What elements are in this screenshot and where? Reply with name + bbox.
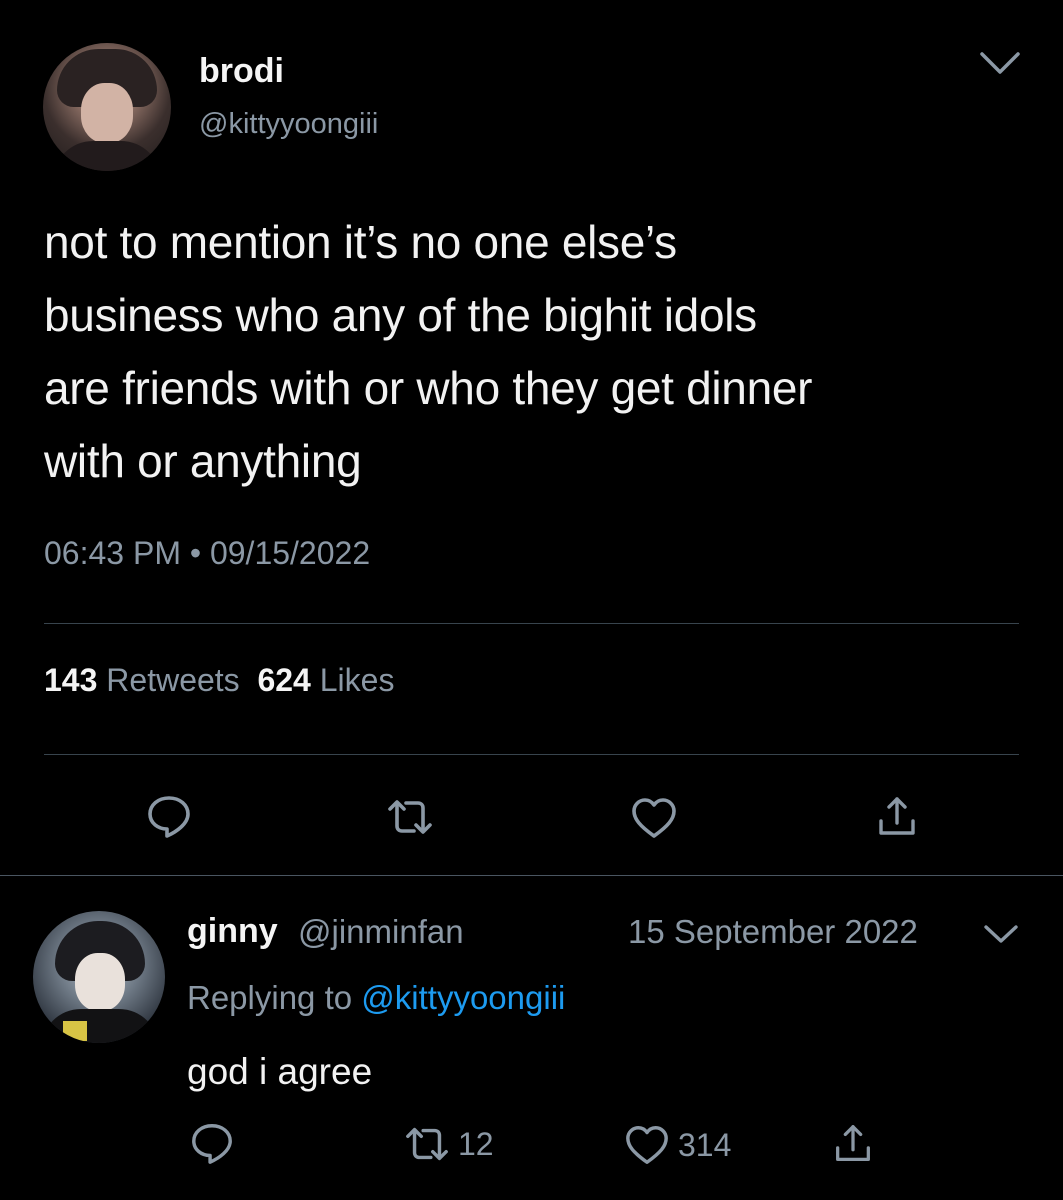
- tweet-timestamp: 06:43 PM • 09/15/2022: [44, 535, 370, 572]
- avatar-shirt: [53, 141, 161, 171]
- tweet-text: not to mention it’s no one else’s busine…: [44, 206, 1044, 498]
- share-icon[interactable]: [873, 793, 921, 841]
- reply-text: god i agree: [187, 1051, 373, 1092]
- heart-icon[interactable]: [630, 794, 678, 842]
- retweet-stat[interactable]: 143 Retweets: [44, 662, 240, 698]
- reply-bubble-icon: [192, 1124, 232, 1164]
- reply-reply-button[interactable]: [189, 1119, 235, 1167]
- replying-prefix: Replying to: [187, 979, 353, 1016]
- reply-like-count: 314: [678, 1126, 732, 1163]
- retweet-icon[interactable]: [386, 793, 434, 841]
- display-name[interactable]: brodi: [199, 52, 284, 91]
- chevron-down-icon[interactable]: [982, 921, 1020, 947]
- avatar[interactable]: [43, 43, 171, 171]
- reply-retweet-button[interactable]: 12: [404, 1120, 494, 1168]
- user-handle[interactable]: @kittyyoongiii: [199, 108, 378, 141]
- main-tweet: brodi @kittyyoongiii not to mention it’s…: [0, 0, 1063, 875]
- reply-tweet: ginny @jinminfan 15 September 2022 Reply…: [0, 875, 1063, 1200]
- replying-mention-link[interactable]: @kittyyoongiii: [361, 979, 565, 1016]
- tweet-text-line: business who any of the bighit idols: [44, 289, 757, 341]
- reply-share-button[interactable]: [830, 1120, 876, 1168]
- tweet-date: 09/15/2022: [209, 535, 371, 571]
- divider: [44, 623, 1019, 624]
- reply-like-button[interactable]: 314: [624, 1121, 731, 1169]
- heart-icon: [626, 1126, 668, 1164]
- like-label: Likes: [319, 662, 395, 698]
- avatar-hoodie: [41, 1009, 159, 1043]
- tweet-text-line: with or anything: [44, 435, 362, 487]
- reply-retweet-count: 12: [458, 1125, 494, 1162]
- like-stat[interactable]: 624 Likes: [257, 662, 394, 698]
- replying-to: Replying to @kittyyoongiii: [187, 979, 565, 1017]
- avatar[interactable]: [33, 911, 165, 1043]
- retweet-label: Retweets: [106, 662, 240, 698]
- meta-separator: •: [189, 535, 202, 571]
- retweet-icon: [406, 1127, 448, 1161]
- tweet-stats: 143 Retweets 624 Likes: [44, 662, 394, 699]
- avatar-face: [81, 83, 133, 143]
- avatar-face: [75, 953, 125, 1011]
- divider: [44, 754, 1019, 755]
- like-count: 624: [257, 662, 311, 698]
- tweet-text-line: not to mention it’s no one else’s: [44, 216, 677, 268]
- tweet-time: 06:43 PM: [44, 535, 181, 571]
- reply-bubble-icon[interactable]: [145, 792, 193, 840]
- share-icon: [836, 1125, 870, 1161]
- reply-user-handle[interactable]: @jinminfan: [298, 913, 464, 951]
- retweet-count: 143: [44, 662, 98, 698]
- tweet-text-line: are friends with or who they get dinner: [44, 362, 813, 414]
- reply-date: 15 September 2022: [628, 913, 918, 950]
- chevron-down-icon[interactable]: [978, 48, 1022, 78]
- avatar-hoodie-stripe: [63, 1021, 87, 1041]
- reply-display-name[interactable]: ginny: [187, 912, 278, 951]
